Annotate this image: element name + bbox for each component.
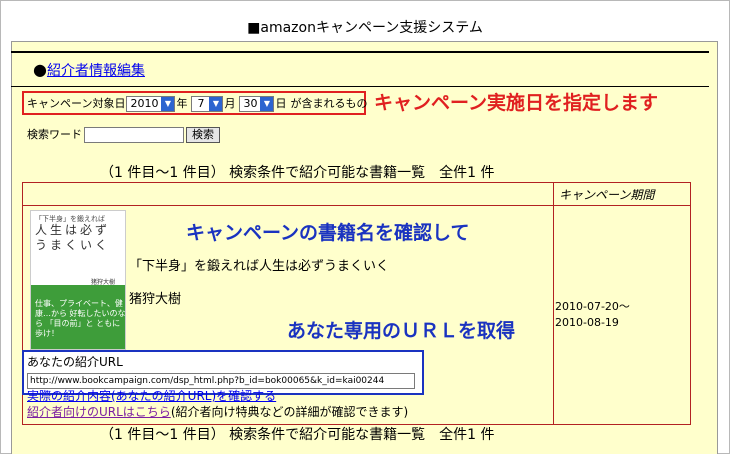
book-title: 「下半身」を鍛えれば人生は必ずうまくいく (129, 259, 390, 274)
referral-url-label: あなたの紹介URL (27, 355, 123, 369)
edit-introducer-link[interactable]: 紹介者情報編集 (47, 63, 145, 79)
search-input[interactable] (84, 127, 184, 143)
year-select[interactable]: 2010 ▼ (126, 96, 176, 112)
divider (11, 51, 709, 53)
date-annotation: キャンペーン実施日を指定します (374, 92, 659, 114)
book-author: 猪狩大樹 (129, 292, 182, 307)
result-summary-bottom: （1 件目～1 件目） 検索条件で紹介可能な書籍一覧 全件1 件 (100, 427, 495, 443)
chevron-down-icon: ▼ (209, 97, 223, 111)
campaign-period: 2010-07-20～ 2010-08-19 (555, 300, 630, 329)
date-filter: キャンペーン対象日 2010 ▼ 年 7 ▼ 月 30 ▼ 日 が含まれるもの (27, 94, 367, 114)
column-divider (553, 183, 554, 424)
chevron-down-icon: ▼ (260, 97, 274, 111)
book-annotation: キャンペーンの書籍名を確認して (186, 222, 470, 244)
search-button[interactable]: 検索 (186, 127, 220, 143)
editor-row: ●紹介者情報編集 (33, 60, 145, 81)
referral-url-field[interactable]: http://www.bookcampaign.com/dsp_html.php… (27, 373, 415, 389)
introducer-url-link[interactable]: 紹介者向けのURLはこちら (27, 405, 171, 419)
chevron-down-icon: ▼ (161, 97, 175, 111)
url-annotation: あなた専用のＵＲＬを取得 (287, 320, 516, 342)
search-row: 検索ワード 検索 (27, 126, 220, 144)
period-column-header: キャンペーン期間 (559, 188, 655, 202)
divider (11, 86, 709, 87)
search-label: 検索ワード (27, 128, 82, 141)
result-summary: （1 件目～1 件目） 検索条件で紹介可能な書籍一覧 全件1 件 (100, 165, 495, 181)
introducer-link-row: 紹介者向けのURLはこちら(紹介者向け特典などの詳細が確認できます) (27, 405, 409, 419)
month-select[interactable]: 7 ▼ (191, 96, 224, 112)
book-cover-image: 「下半身」を鍛えれば 人生は必ずうまくいく 猪狩大樹 仕事、プライベート、健康…… (30, 210, 126, 350)
view-referral-link[interactable]: 実際の紹介内容(あなたの紹介URL)を確認する (27, 389, 276, 403)
date-filter-label: キャンペーン対象日 (27, 97, 126, 110)
day-select[interactable]: 30 ▼ (239, 96, 275, 112)
page-title: ■amazonキャンペーン支援システム (247, 20, 483, 36)
bullet-icon: ● (33, 60, 47, 79)
